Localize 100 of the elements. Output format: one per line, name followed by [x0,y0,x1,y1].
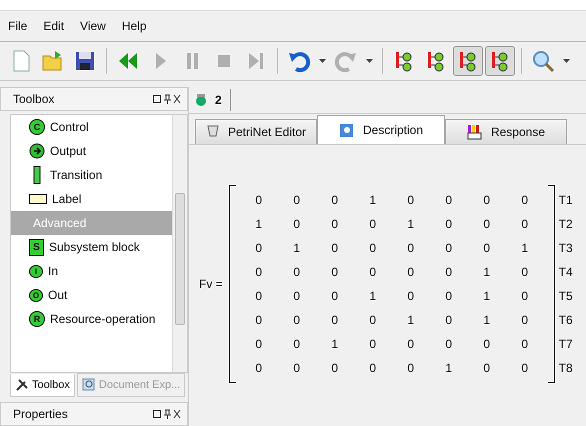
toolbox-item[interactable]: Label [11,187,172,211]
matrix-value: 0 [521,264,528,278]
matrix-value: 0 [331,360,338,374]
matrix-value: 0 [255,336,262,350]
menu-item[interactable]: File [8,19,28,33]
tab[interactable]: Response [445,119,567,144]
matrix-value: 0 [445,216,452,230]
matrix-value: 1 [483,288,490,302]
matrix-value: 0 [445,312,452,326]
matrix-value: 1 [407,216,414,230]
matrix-value: 1 [255,216,262,230]
tab[interactable]: Description [317,115,445,144]
label-icon [29,194,47,204]
circle-icon: R [29,311,45,327]
row-label: T2 [558,216,573,232]
matrix-value: 0 [407,336,414,350]
row-label: T3 [558,240,573,256]
output-icon [29,143,45,159]
matrix-value: 0 [445,192,452,206]
undo-icon [287,49,311,73]
matrix-value: 0 [445,240,452,254]
toolbox-item[interactable]: Transition [11,163,172,187]
matrix-value: 0 [331,288,338,302]
matrix-value: 0 [407,288,414,302]
matrix-value: 0 [521,288,528,302]
tab[interactable]: PetriNet Editor [195,119,317,144]
matrix-value: 0 [483,360,490,374]
menu-item[interactable]: Help [122,19,147,33]
net-tool-button[interactable] [453,46,483,76]
toolbox-item[interactable]: C Control [11,115,172,139]
square-icon: S [29,238,44,256]
window-buttons-icon[interactable] [153,409,181,419]
matrix-value: 0 [521,312,528,326]
row-label: T5 [558,288,573,304]
matrix-value: 0 [483,336,490,350]
matrix-value: 0 [331,264,338,278]
dropdown-arrow-icon[interactable] [319,59,326,63]
matrix-value: 0 [445,264,452,278]
matrix-value: 0 [255,288,262,302]
matrix-value: 0 [255,312,262,326]
matrix-value: 1 [331,336,338,350]
toolbox-item[interactable]: I In [11,259,172,283]
row-label: T6 [558,312,573,328]
matrix-value: 0 [369,264,376,278]
dropdown-arrow-icon[interactable] [366,59,373,63]
matrix-value: 0 [255,192,262,206]
toolbox-item[interactable]: O Out [11,283,172,307]
panel-tab[interactable]: Toolbox [10,374,75,397]
matrix-value: 0 [331,216,338,230]
matrix-value: 0 [255,360,262,374]
document-tab[interactable]: 2 [195,89,231,111]
toolbox-item[interactable]: R Resource-operation [11,307,172,331]
menu-item[interactable]: View [80,19,106,33]
row-label: T8 [558,360,573,376]
redo-icon [334,49,358,73]
matrix-value: 0 [255,264,262,278]
matrix-value: 0 [521,192,528,206]
matrix-value: 1 [521,240,528,254]
matrix-value: 0 [331,240,338,254]
matrix-value: 0 [369,216,376,230]
matrix-value: 0 [293,264,300,278]
matrix-value: 0 [331,192,338,206]
matrix-value: 1 [369,192,376,206]
net-tool-button[interactable] [485,46,515,76]
panel-title: Toolbox [13,92,54,106]
matrix-value: 0 [483,240,490,254]
matrix-value: 0 [293,360,300,374]
description-icon [338,122,355,138]
window-buttons-icon[interactable] [153,94,181,104]
matrix-value: 1 [407,312,414,326]
row-label: T4 [558,264,573,280]
matrix-value: 1 [445,360,452,374]
matrix-value: 0 [293,288,300,302]
matrix-value: 0 [521,336,528,350]
matrix-value: 0 [369,240,376,254]
matrix-value: 1 [483,264,490,278]
matrix-value: 0 [445,336,452,350]
scrollbar[interactable] [172,115,187,372]
matrix-value: 0 [445,288,452,302]
matrix-name: Fv = [199,276,223,290]
matrix-value: 0 [483,192,490,206]
matrix-value: 0 [521,216,528,230]
matrix-value: 0 [407,264,414,278]
matrix-value: 0 [293,192,300,206]
menu-item[interactable]: Edit [43,19,64,33]
matrix-value: 0 [369,312,376,326]
dropdown-arrow-icon[interactable] [563,59,570,63]
matrix-value: 0 [407,360,414,374]
matrix-value: 1 [483,312,490,326]
toolbox-item[interactable]: S Subsystem block [11,235,172,259]
circle-icon: I [29,264,43,278]
toolbox-item[interactable]: Output [11,139,172,163]
matrix-value: 0 [407,192,414,206]
matrix-value: 1 [369,288,376,302]
search-icon [531,49,555,73]
matrix-value: 0 [407,240,414,254]
row-label: T1 [558,192,573,208]
row-label: T7 [558,336,573,352]
chart-icon [466,124,483,140]
matrix-value: 0 [483,216,490,230]
